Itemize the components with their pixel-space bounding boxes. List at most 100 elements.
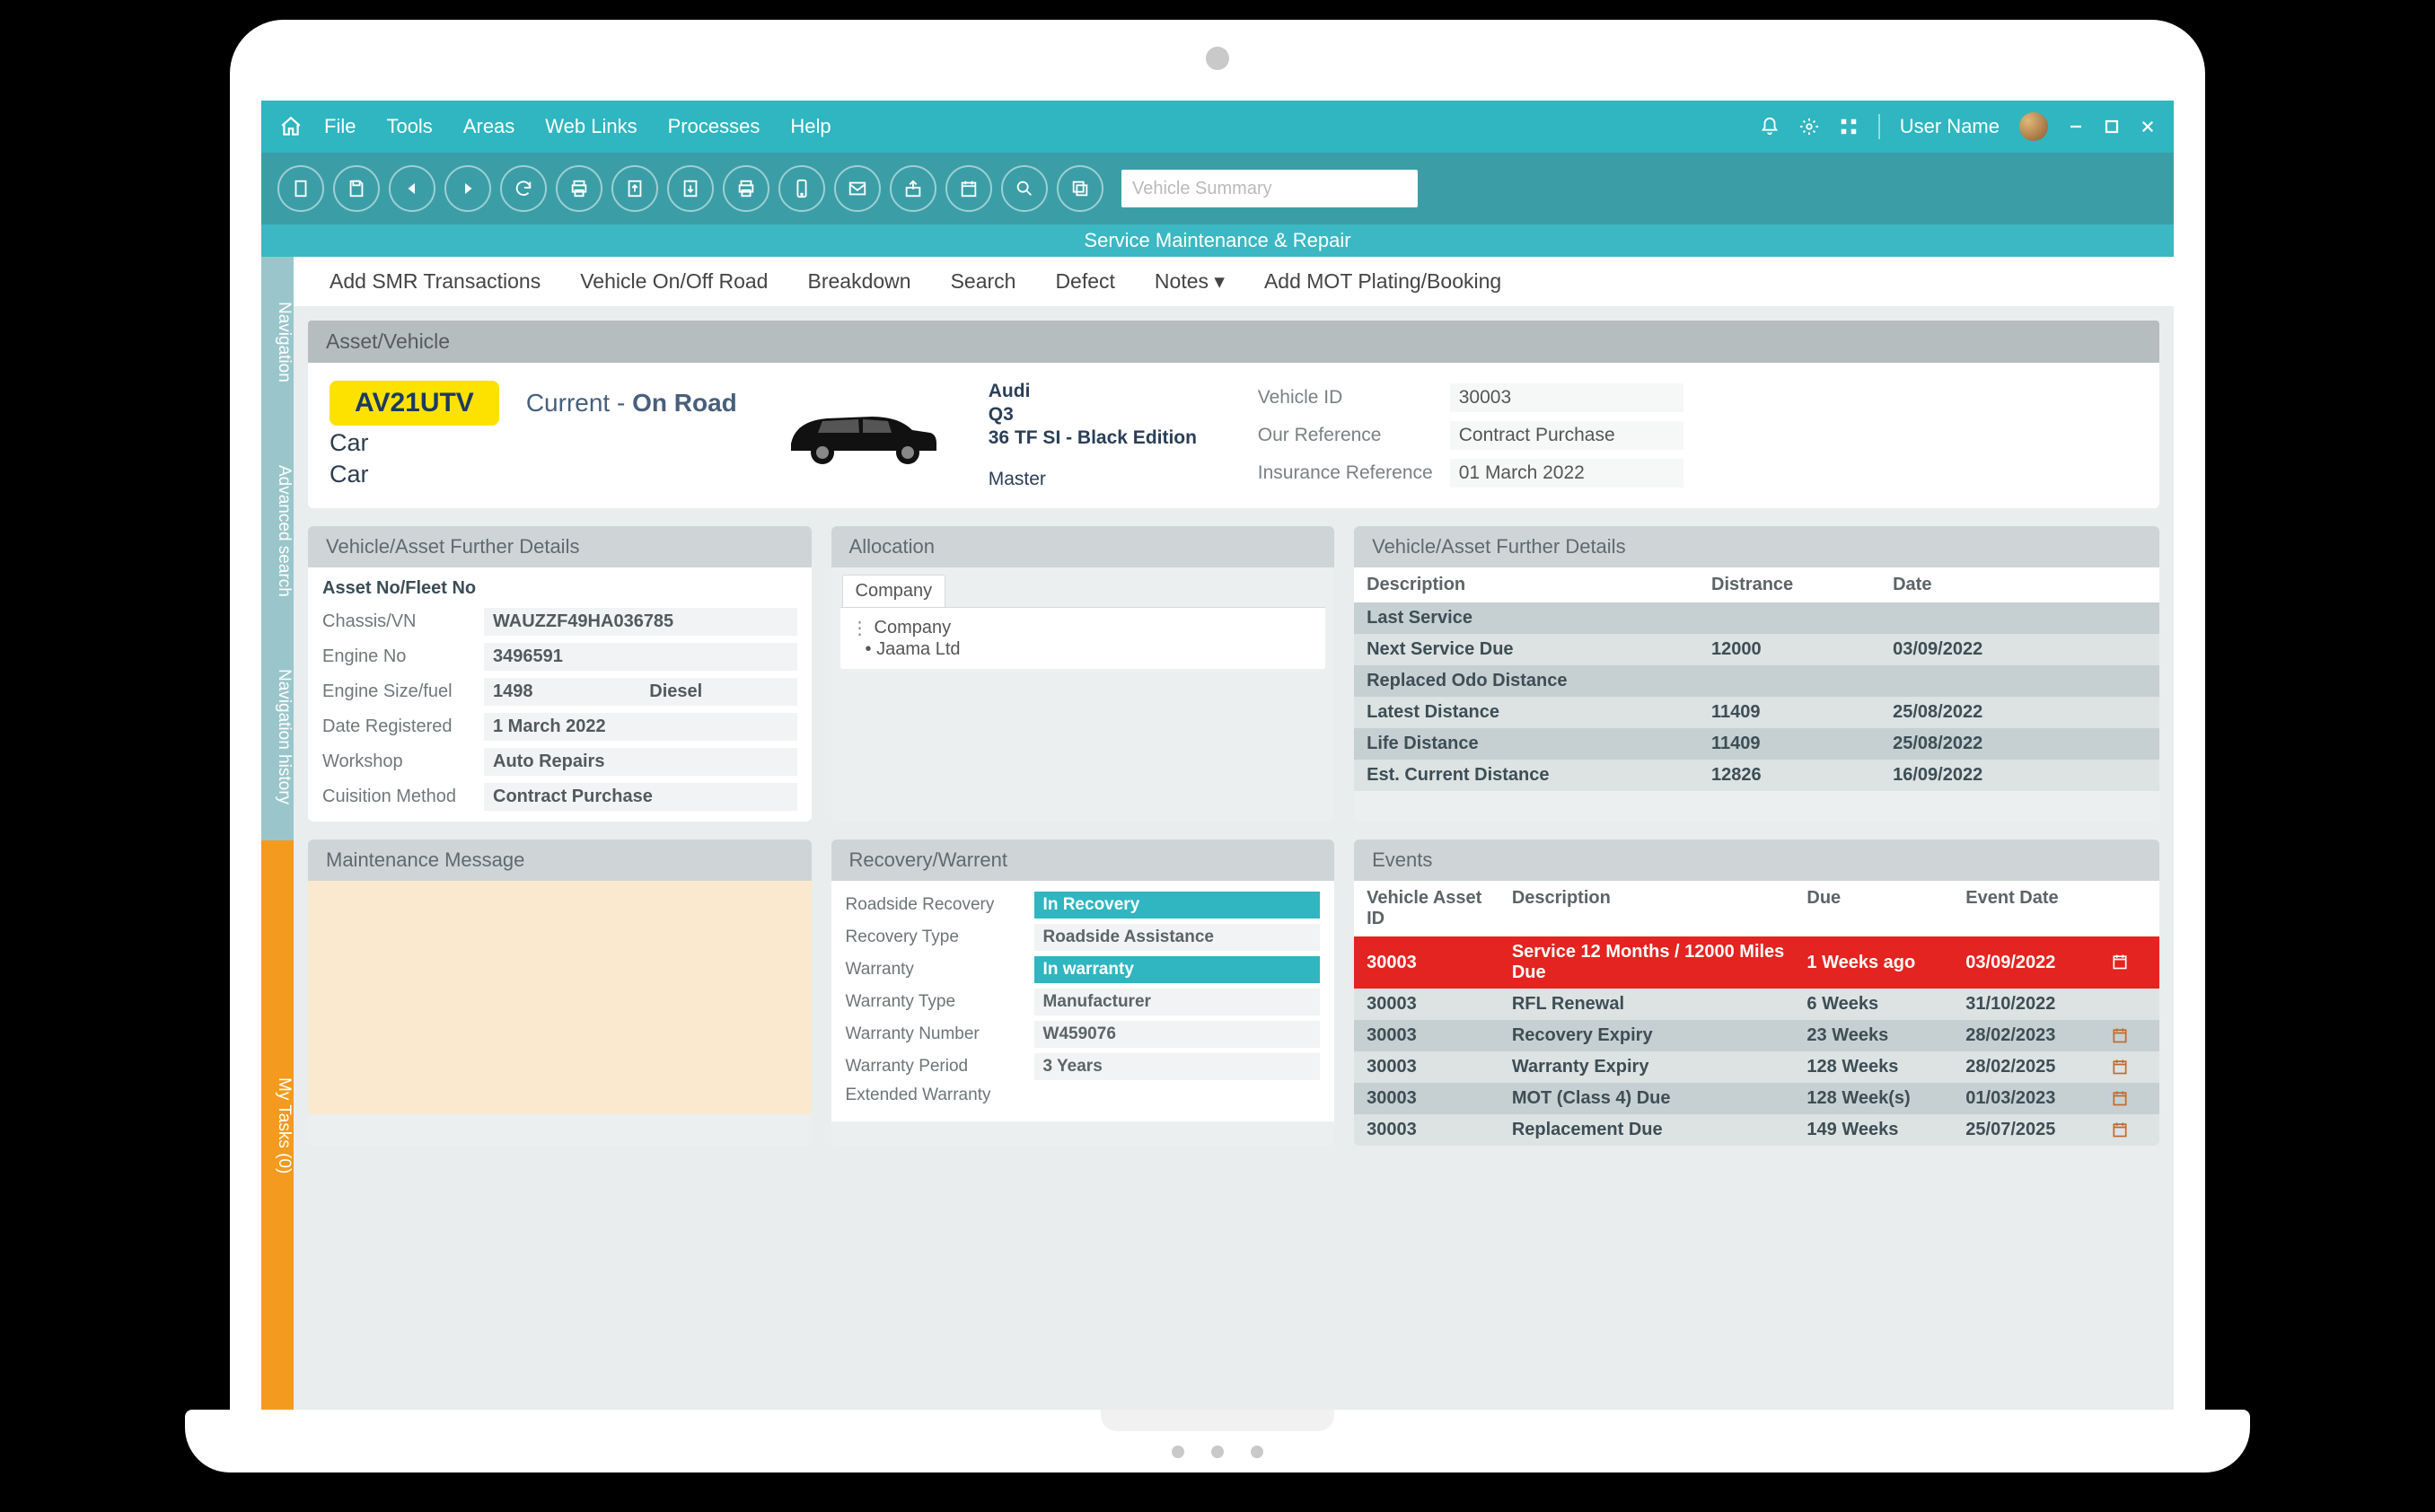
subnav-search[interactable]: Search (951, 269, 1016, 294)
recovery-row: Warranty TypeManufacturer (846, 989, 1321, 1015)
new-doc-icon[interactable] (277, 165, 324, 212)
recovery-row: Extended Warranty (846, 1086, 1321, 1105)
calendar-icon[interactable] (945, 165, 992, 212)
asset-panel-title: Asset/Vehicle (308, 321, 2159, 363)
gear-icon[interactable] (1799, 117, 1819, 136)
calendar-icon[interactable] (2111, 1121, 2131, 1140)
username-label[interactable]: User Name (1900, 115, 2000, 138)
home-icon[interactable] (279, 115, 303, 138)
print2-icon[interactable] (723, 165, 769, 212)
val-vehicle-id: 30003 (1450, 383, 1683, 412)
mail-icon[interactable] (834, 165, 881, 212)
close-icon[interactable] (2140, 119, 2156, 135)
menu-processes[interactable]: Processes (668, 115, 760, 138)
toolbar-search-input[interactable] (1121, 170, 1418, 207)
event-row[interactable]: 30003MOT (Class 4) Due128 Week(s)01/03/2… (1354, 1083, 2159, 1114)
subnav-onoffroad[interactable]: Vehicle On/Off Road (580, 269, 768, 294)
event-row[interactable]: 30003Warranty Expiry128 Weeks28/02/2025 (1354, 1051, 2159, 1083)
event-row[interactable]: 30003Replacement Due149 Weeks25/07/2025 (1354, 1114, 2159, 1146)
asset-status-prefix: Current - (526, 389, 632, 417)
calendar-icon[interactable] (2111, 1089, 2131, 1109)
val-our-ref: Contract Purchase (1450, 421, 1683, 450)
recovery-row: Recovery TypeRoadside Assistance (846, 924, 1321, 951)
registration-plate: AV21UTV (330, 381, 499, 426)
col-desc: Description (1512, 888, 1798, 929)
menu-areas[interactable]: Areas (463, 115, 514, 138)
calendar-icon[interactable] (2111, 995, 2131, 1015)
val-ins-ref: 01 March 2022 (1450, 459, 1683, 488)
subnav-defect[interactable]: Defect (1055, 269, 1114, 294)
calendar-icon[interactable] (2111, 953, 2131, 972)
kv-value: Auto Repairs (484, 748, 797, 776)
subnav-notes[interactable]: Notes ▾ (1155, 269, 1225, 294)
card-allocation: Allocation Company ⋮ Company • Jaama Ltd (831, 526, 1335, 822)
menu-tools[interactable]: Tools (386, 115, 432, 138)
print-icon[interactable] (556, 165, 602, 212)
card-row-2: Maintenance Message Recovery/Warrent Roa… (308, 840, 2159, 1146)
nav-back-icon[interactable] (389, 165, 435, 212)
card-recovery: Recovery/Warrent Roadside RecoveryIn Rec… (831, 840, 1335, 1146)
menu-help[interactable]: Help (790, 115, 831, 138)
mobile-icon[interactable] (778, 165, 825, 212)
svc-row[interactable]: Next Service Due1200003/09/2022 (1354, 634, 2159, 665)
svc-row[interactable]: Life Distance1140925/08/2022 (1354, 728, 2159, 760)
export-icon[interactable] (611, 165, 658, 212)
col-vaid: Vehicle Asset ID (1367, 888, 1503, 929)
search-icon[interactable] (1001, 165, 1048, 212)
allocation-tab[interactable]: Company (842, 575, 946, 607)
copy-icon[interactable] (1057, 165, 1103, 212)
subnav-breakdown[interactable]: Breakdown (807, 269, 910, 294)
asset-status: Current - On Road (526, 389, 737, 418)
siderail-mytasks[interactable]: My Tasks (0) (261, 840, 294, 1411)
card-maintenance: Maintenance Message (308, 840, 812, 1146)
separator-icon (1878, 114, 1880, 139)
allocation-line: Jaama Ltd (876, 639, 960, 659)
siderail-history[interactable]: Navigation history (261, 634, 294, 840)
vehicle-image (773, 381, 953, 490)
event-row[interactable]: 30003Service 12 Months / 12000 Miles Due… (1354, 936, 2159, 989)
vehicle-contract: Master (989, 469, 1222, 490)
recovery-row: Warranty NumberW459076 (846, 1021, 1321, 1048)
context-title: Service Maintenance & Repair (1084, 229, 1350, 252)
events-header: Vehicle Asset ID Description Due Event D… (1354, 881, 2159, 936)
subnav-add-mot[interactable]: Add MOT Plating/Booking (1264, 269, 1501, 294)
event-row[interactable]: 30003Recovery Expiry23 Weeks28/02/2023 (1354, 1020, 2159, 1051)
vehicle-info: Audi Q3 36 TF SI - Black Edition Master (989, 381, 1222, 490)
asset-header: AV21UTV Current - On Road Car Car (308, 363, 2159, 508)
minimize-icon[interactable] (2068, 119, 2084, 135)
maximize-icon[interactable] (2104, 119, 2120, 135)
col-due: Due (1806, 888, 1956, 929)
nav-forward-icon[interactable] (444, 165, 491, 212)
doc-down-icon[interactable] (667, 165, 714, 212)
svc-row[interactable]: Last Service (1354, 602, 2159, 634)
kv-grid: Chassis/VNWAUZZF49HA036785Engine No34965… (322, 608, 797, 811)
menu-weblinks[interactable]: Web Links (545, 115, 637, 138)
svc-row[interactable]: Est. Current Distance1282616/09/2022 (1354, 760, 2159, 791)
calendar-icon[interactable] (2111, 1026, 2131, 1046)
avatar[interactable] (2019, 112, 2048, 141)
calendar-icon[interactable] (2111, 1058, 2131, 1077)
kv-value2: Diesel (640, 678, 796, 706)
apps-icon[interactable] (1839, 117, 1859, 136)
share-icon[interactable] (890, 165, 936, 212)
svc-row[interactable]: Latest Distance1140925/08/2022 (1354, 697, 2159, 728)
siderail-navigation[interactable]: Navigation (261, 257, 294, 427)
asset-type-1: Car (330, 429, 737, 457)
menubar-right: User Name (1760, 112, 2156, 141)
refresh-icon[interactable] (500, 165, 547, 212)
bell-icon[interactable] (1760, 117, 1780, 136)
kv-key: Workshop (322, 752, 484, 772)
event-row[interactable]: 30003RFL Renewal6 Weeks31/10/2022 (1354, 989, 2159, 1020)
svc-row[interactable]: Replaced Odo Distance (1354, 665, 2159, 697)
siderail-advanced[interactable]: Advanced search (261, 427, 294, 634)
asset-status-value: On Road (632, 389, 737, 417)
toolbar (261, 153, 2174, 224)
allocation-line: Company (875, 618, 952, 638)
menu-file[interactable]: File (324, 115, 356, 138)
main: Add SMR Transactions Vehicle On/Off Road… (294, 257, 2174, 1411)
drag-handle-icon[interactable]: ⋮ (851, 617, 869, 639)
save-icon[interactable] (333, 165, 380, 212)
side-rail: Navigation Advanced search Navigation hi… (261, 257, 294, 1411)
allocation-body: ⋮ Company • Jaama Ltd (840, 607, 1326, 669)
subnav-add-smr[interactable]: Add SMR Transactions (330, 269, 541, 294)
